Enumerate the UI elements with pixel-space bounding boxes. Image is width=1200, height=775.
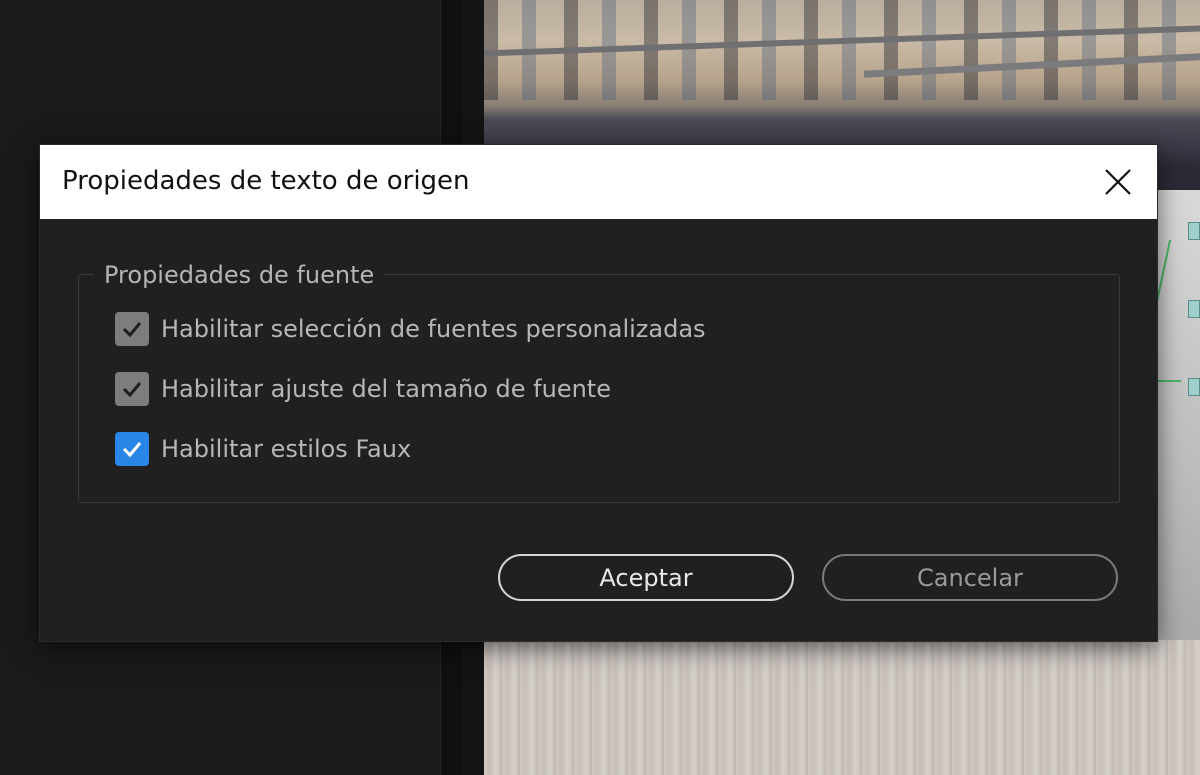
custom-font-selection-label: Habilitar selección de fuentes personali… <box>161 315 706 343</box>
faux-styles-label: Habilitar estilos Faux <box>161 435 412 463</box>
font-size-adjust-label: Habilitar ajuste del tamaño de fuente <box>161 375 611 403</box>
dialog-titlebar[interactable]: Propiedades de texto de origen <box>40 145 1157 219</box>
ok-button[interactable]: Aceptar <box>498 554 794 601</box>
dialog-title: Propiedades de texto de origen <box>62 166 470 196</box>
faux-styles-checkbox[interactable] <box>115 432 149 466</box>
faux-styles-option[interactable]: Habilitar estilos Faux <box>115 431 411 467</box>
source-text-properties-dialog: Propiedades de texto de origen Propiedad… <box>40 145 1157 641</box>
custom-font-selection-checkbox[interactable] <box>115 312 149 346</box>
custom-font-selection-option[interactable]: Habilitar selección de fuentes personali… <box>115 311 706 347</box>
close-icon <box>1105 169 1131 195</box>
cancel-button[interactable]: Cancelar <box>822 554 1118 601</box>
close-button[interactable] <box>1093 157 1143 207</box>
font-properties-legend: Propiedades de fuente <box>94 261 385 289</box>
checkmark-icon <box>122 442 142 458</box>
transform-handle[interactable] <box>1188 300 1200 318</box>
app-window: Propiedades de texto de origen Propiedad… <box>0 0 1200 775</box>
transform-handle[interactable] <box>1188 378 1200 396</box>
font-size-adjust-checkbox[interactable] <box>115 372 149 406</box>
checkmark-icon <box>122 382 142 398</box>
font-size-adjust-option[interactable]: Habilitar ajuste del tamaño de fuente <box>115 371 611 407</box>
video-floor <box>484 640 1200 775</box>
transform-handle[interactable] <box>1188 222 1200 240</box>
checkmark-icon <box>122 322 142 338</box>
